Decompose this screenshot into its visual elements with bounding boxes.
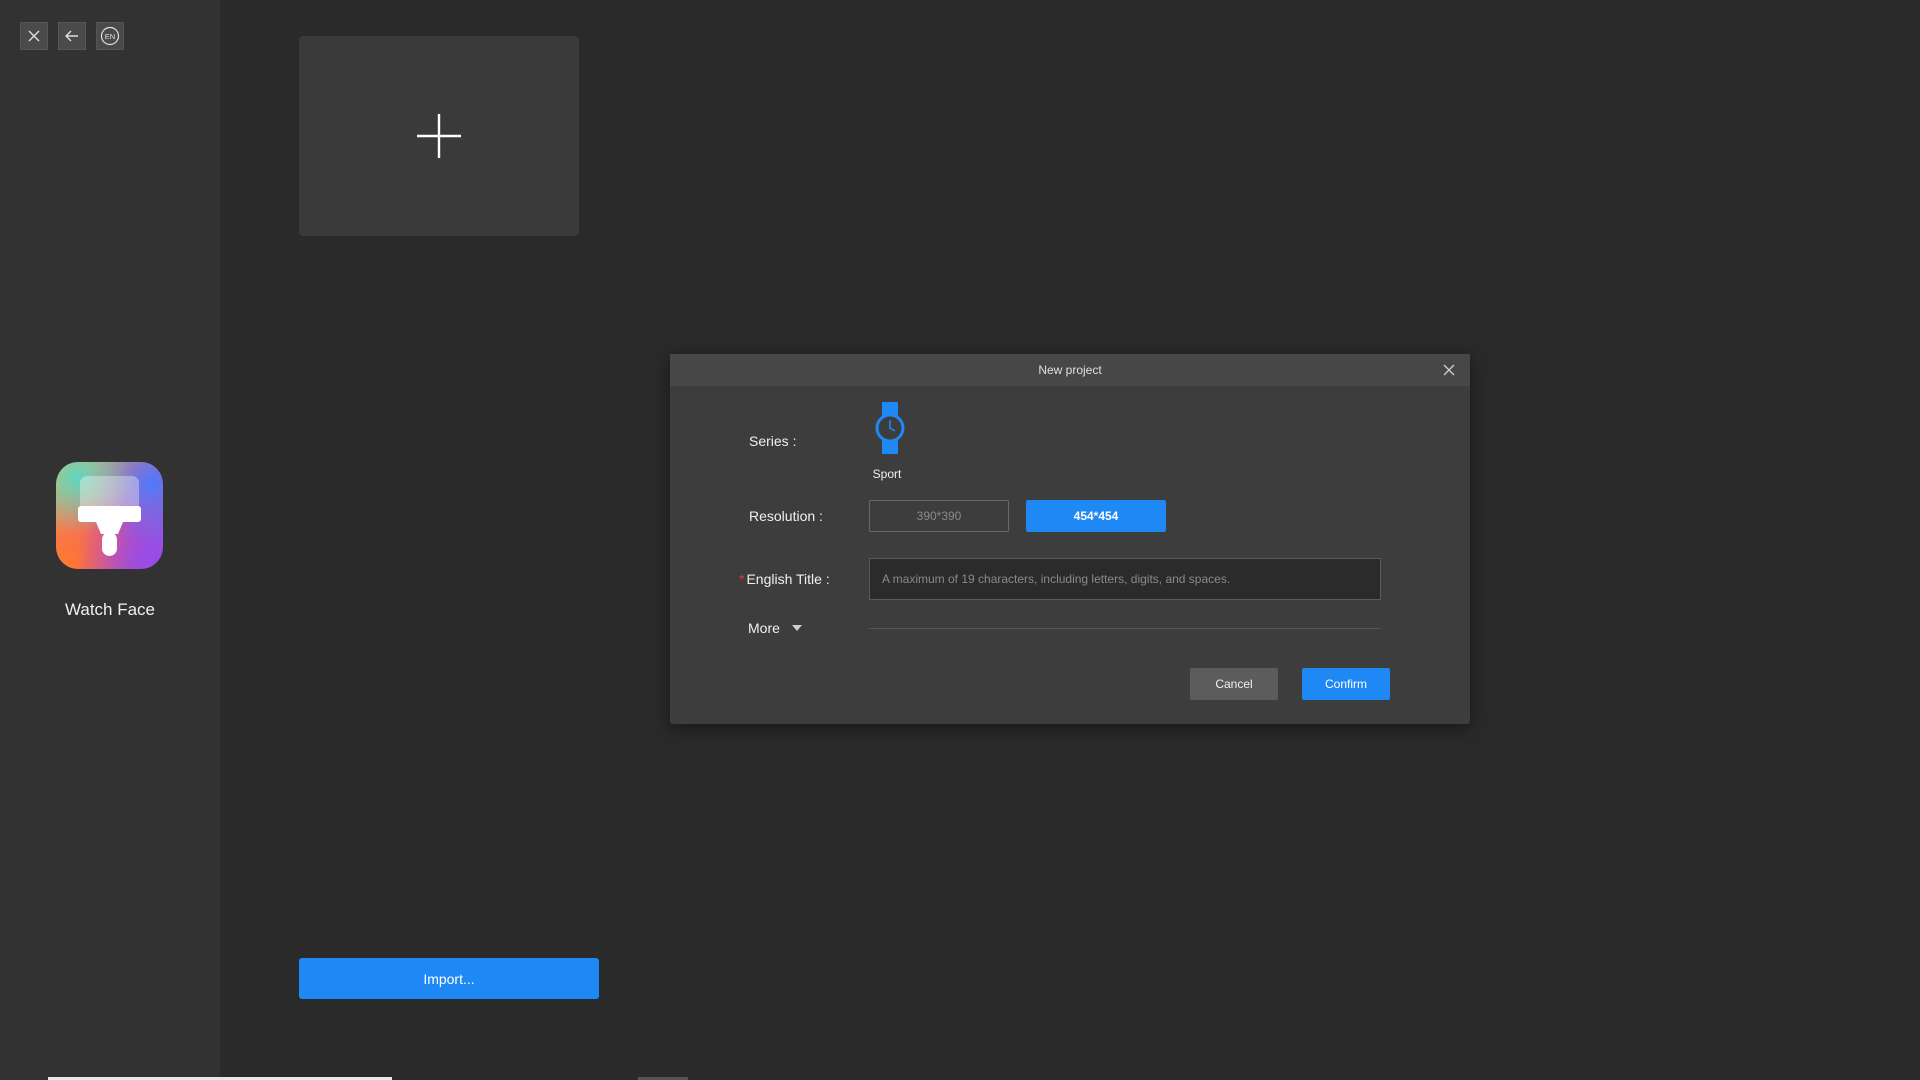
back-arrow-icon	[65, 30, 78, 42]
sidebar: EN Watch Face	[0, 0, 220, 1080]
watch-icon	[875, 402, 904, 454]
language-button[interactable]: EN	[96, 22, 124, 50]
resolution-label: Resolution :	[749, 508, 823, 524]
app-logo	[56, 462, 163, 569]
series-option-sport[interactable]: Sport	[867, 402, 907, 481]
series-label: Series :	[749, 433, 797, 449]
resolution-390-button[interactable]: 390*390	[869, 500, 1009, 532]
close-icon[interactable]	[1442, 363, 1456, 377]
import-button[interactable]: Import...	[299, 958, 599, 999]
more-toggle[interactable]: More	[748, 620, 802, 636]
app-name: Watch Face	[64, 600, 156, 619]
divider	[869, 628, 1381, 629]
english-title-label-text: English Title :	[746, 571, 830, 587]
language-code: EN	[105, 32, 115, 41]
close-icon	[28, 30, 40, 42]
plus-icon	[417, 114, 461, 158]
confirm-button[interactable]: Confirm	[1302, 668, 1390, 700]
english-title-input[interactable]	[869, 558, 1381, 600]
back-button[interactable]	[58, 22, 86, 50]
paintbrush-icon	[78, 476, 141, 556]
new-project-dialog: New project Series : Sport Resolution : …	[670, 354, 1470, 724]
cancel-button[interactable]: Cancel	[1190, 668, 1278, 700]
resolution-454-button[interactable]: 454*454	[1026, 500, 1166, 532]
caret-down-icon	[791, 625, 802, 631]
dialog-header: New project	[670, 354, 1470, 386]
new-project-card[interactable]	[299, 36, 579, 236]
window-controls: EN	[20, 22, 124, 50]
dialog-title: New project	[1038, 363, 1102, 377]
more-label: More	[748, 620, 780, 636]
required-mark: *	[739, 571, 745, 587]
english-title-label: * English Title :	[739, 571, 830, 587]
close-button[interactable]	[20, 22, 48, 50]
series-option-label: Sport	[872, 467, 902, 481]
language-icon: EN	[100, 26, 120, 46]
